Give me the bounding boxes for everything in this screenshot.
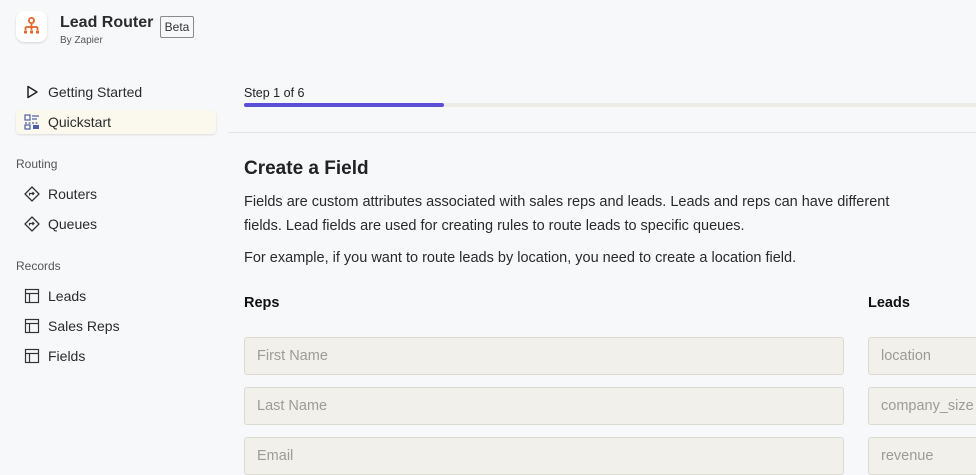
nav-item-sales-reps[interactable]: Sales Reps (16, 314, 216, 338)
leads-column-label: Leads (868, 295, 910, 311)
step-indicator: Step 1 of 6 (244, 86, 305, 100)
nav-item-fields[interactable]: Fields (16, 344, 216, 368)
section-label-routing: Routing (16, 157, 58, 171)
nav-item-routers[interactable]: Routers (16, 182, 216, 206)
nav-item-label: Quickstart (48, 114, 112, 130)
rep-field-input[interactable] (244, 437, 844, 475)
nav-item-quickstart[interactable]: Quickstart (16, 110, 216, 134)
nav-item-label: Routers (48, 186, 98, 202)
progress-bar-fill (244, 103, 444, 107)
divider (228, 132, 976, 133)
lead-field-input[interactable] (868, 437, 976, 475)
brand: Lead Router By Zapier Beta (16, 11, 226, 46)
progress-bar (244, 103, 976, 107)
table-icon (24, 318, 40, 334)
example-text: For example, if you want to route leads … (244, 250, 797, 266)
sidebar: Lead Router By Zapier Beta Getting Start… (0, 0, 228, 456)
table-icon (24, 288, 40, 304)
lead-field-input[interactable] (868, 337, 976, 375)
router-icon (24, 186, 40, 202)
reps-column-label: Reps (244, 295, 280, 311)
nav-item-label: Queues (48, 216, 98, 232)
quickstart-icon (24, 114, 39, 130)
nav-item-label: Getting Started (48, 84, 143, 100)
nav-item-queues[interactable]: Queues (16, 212, 216, 236)
brand-title: Lead Router (60, 14, 154, 31)
page-title: Create a Field (244, 158, 369, 179)
play-icon (27, 85, 38, 99)
nav-item-label: Sales Reps (48, 318, 120, 334)
brand-subtitle: By Zapier (60, 35, 103, 46)
app-logo[interactable] (16, 11, 47, 42)
rep-field-input[interactable] (244, 387, 844, 425)
description-text: Fields are custom attributes associated … (244, 194, 890, 234)
lead-router-logo-icon (24, 17, 39, 34)
main-content: Step 1 of 6 Create a Field Fields are cu… (228, 0, 976, 475)
section-label-records: Records (16, 259, 61, 273)
nav-item-label: Leads (48, 288, 87, 304)
nav-item-leads[interactable]: Leads (16, 284, 216, 308)
nav-item-getting-started[interactable]: Getting Started (16, 80, 216, 104)
table-icon (24, 348, 40, 364)
lead-field-input[interactable] (868, 387, 976, 425)
queue-icon (24, 216, 40, 232)
nav-item-label: Fields (48, 348, 86, 364)
beta-badge: Beta (160, 16, 194, 38)
rep-field-input[interactable] (244, 337, 844, 375)
